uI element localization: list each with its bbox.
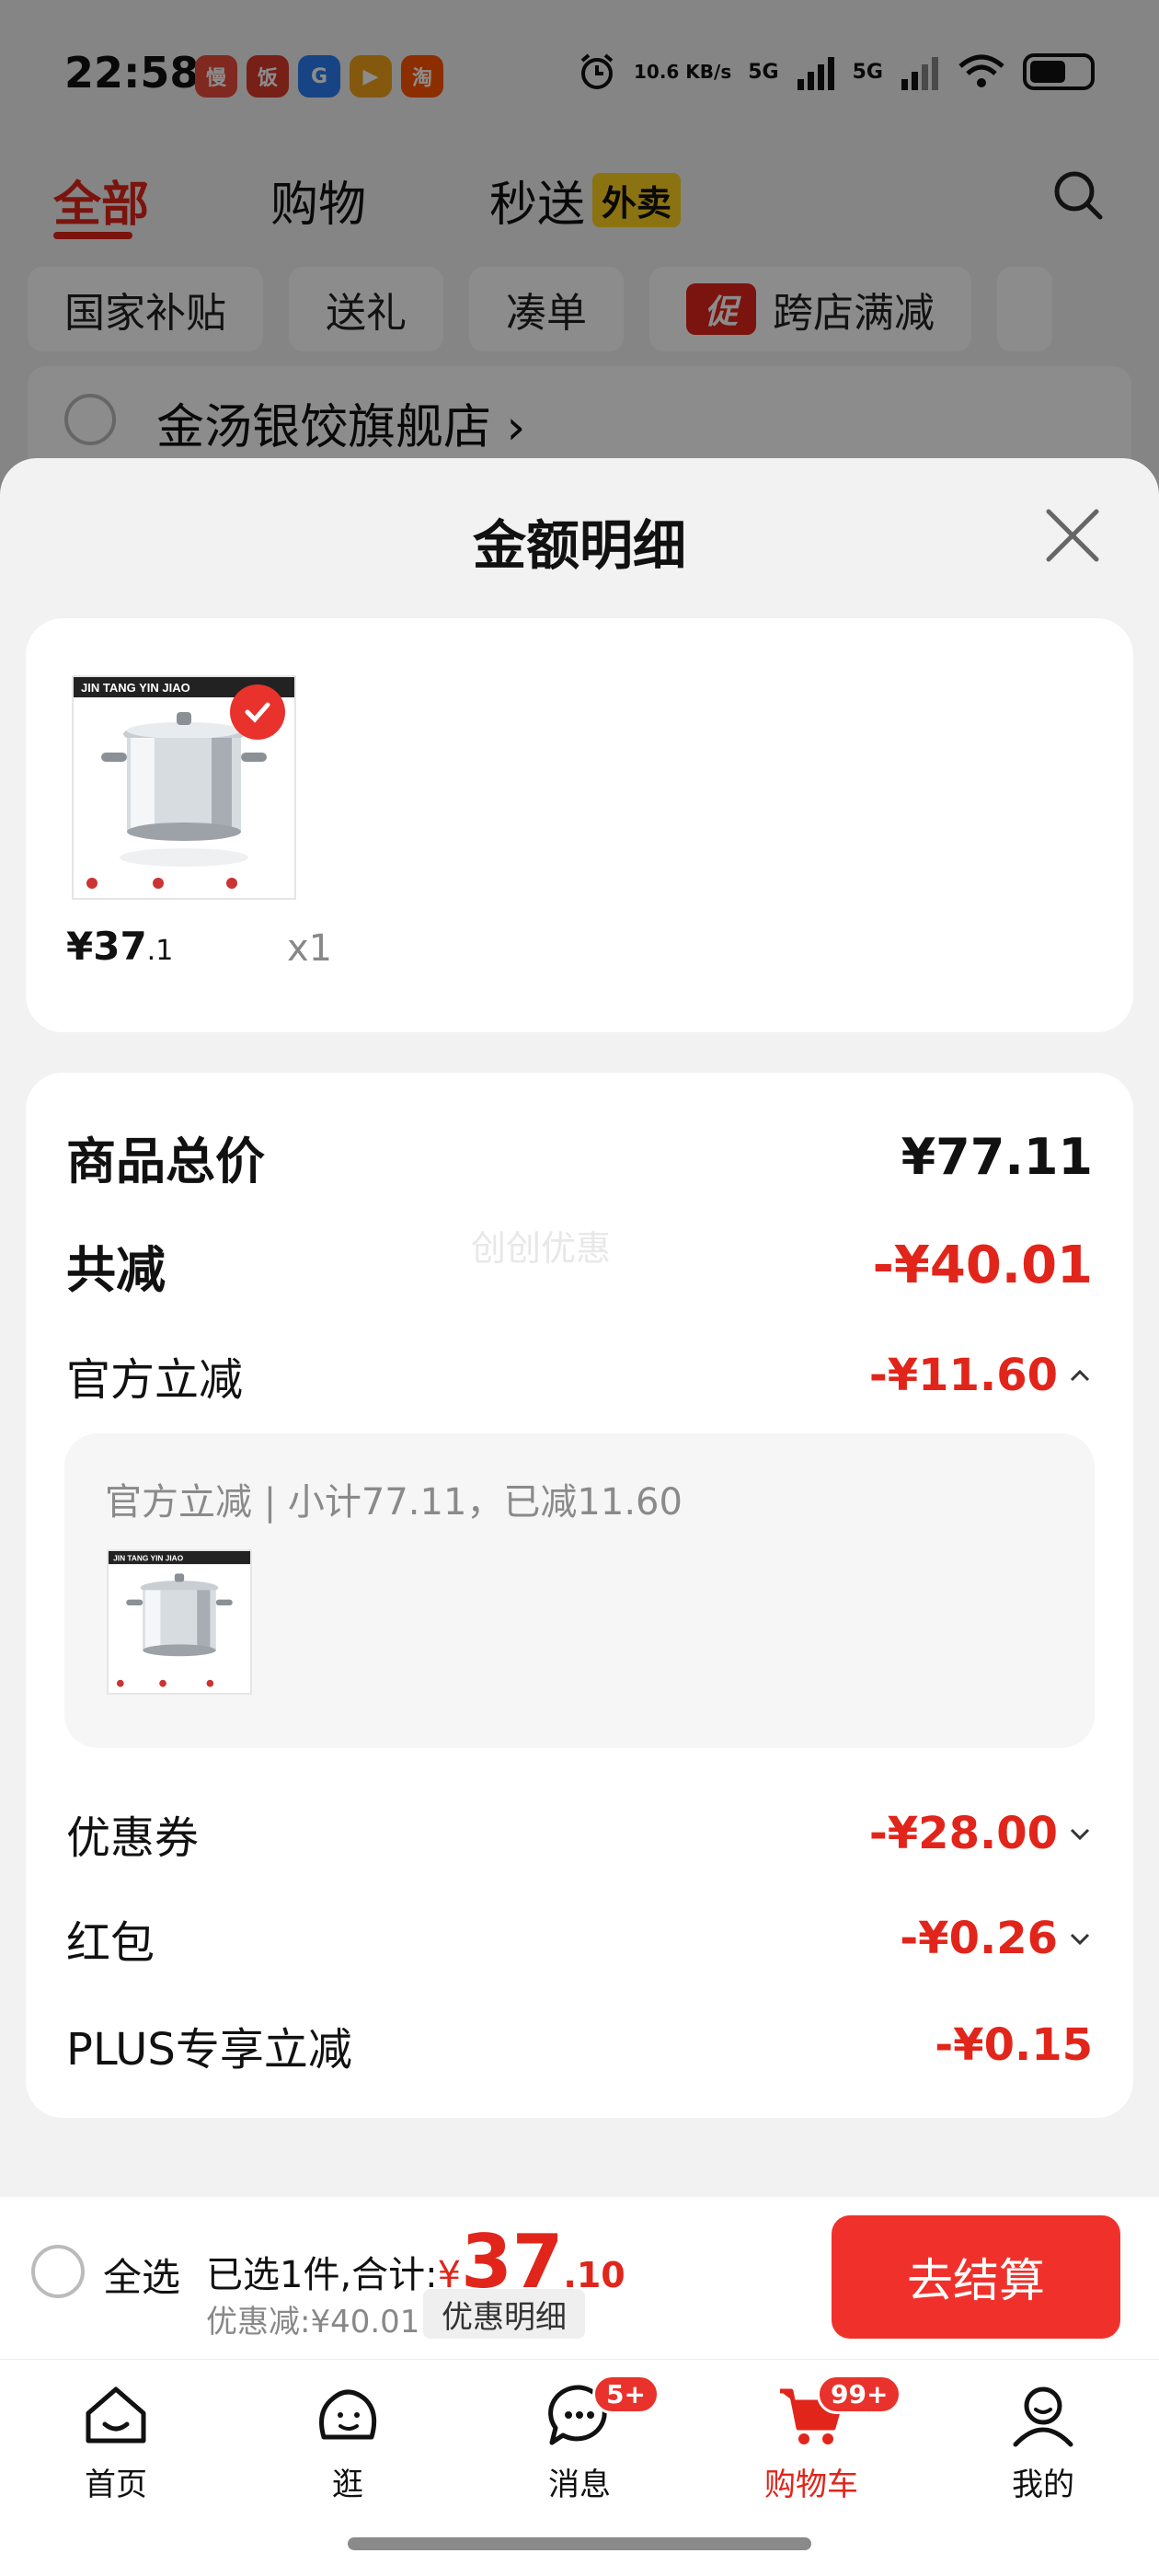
tab-cart-label: 购物车 bbox=[764, 2467, 858, 2503]
tab-profile[interactable]: 我的 bbox=[960, 2378, 1126, 2504]
red-packet-label: 红包 bbox=[66, 1917, 155, 1969]
checkout-button[interactable]: 去结算 bbox=[832, 2215, 1120, 2339]
total-reduction-value: -¥40.01 bbox=[872, 1236, 1093, 1295]
official-discount-value: -¥11.60 bbox=[869, 1350, 1093, 1401]
tab-messages-label: 消息 bbox=[548, 2467, 611, 2503]
tab-messages[interactable]: 消息 5+ bbox=[497, 2375, 662, 2504]
product-price: ¥37.1 bbox=[66, 924, 173, 969]
sheet-title: 金额明细 bbox=[472, 514, 686, 577]
total-reduction-label: 共减 bbox=[66, 1241, 166, 1299]
discount-summary: 优惠减:¥40.01 bbox=[206, 2304, 420, 2340]
chevron-up-icon[interactable] bbox=[1067, 1363, 1093, 1388]
chevron-down-icon[interactable] bbox=[1067, 1821, 1093, 1846]
official-discount-label: 官方立减 bbox=[66, 1354, 244, 1406]
select-all-radio[interactable] bbox=[31, 2245, 85, 2298]
product-quantity: x1 bbox=[287, 927, 333, 970]
discount-detail-button[interactable]: 优惠明细 bbox=[423, 2289, 585, 2339]
coupon-label: 优惠券 bbox=[66, 1812, 200, 1864]
svg-text:JIN TANG YIN JIAO: JIN TANG YIN JIAO bbox=[81, 681, 190, 695]
tab-cart[interactable]: 购物车 99+ bbox=[729, 2375, 902, 2504]
home-indicator[interactable] bbox=[348, 2537, 811, 2550]
coupon-value: -¥28.00 bbox=[869, 1808, 1093, 1859]
tab-browse-label: 逛 bbox=[332, 2467, 363, 2503]
summary-prefix: 已选1件,合计: bbox=[206, 2254, 438, 2296]
price-breakdown-card: 商品总价 ¥77.11 创创优惠 共减 -¥40.01 官方立减 -¥11.60… bbox=[26, 1073, 1133, 2118]
official-discount-row[interactable]: 官方立减 -¥11.60 bbox=[66, 1343, 1093, 1408]
profile-icon bbox=[1013, 2386, 1073, 2447]
tab-browse[interactable]: 逛 bbox=[265, 2378, 430, 2504]
product-price-int: ¥37 bbox=[66, 924, 147, 969]
tab-home[interactable]: 首页 bbox=[33, 2378, 199, 2504]
amount-detail-sheet: 金额明细 JIN TANG YIN JIAO ¥37.1 x1 商品总价 ¥77… bbox=[0, 458, 1159, 2197]
red-packet-amount: -¥0.26 bbox=[900, 1913, 1058, 1964]
tab-profile-label: 我的 bbox=[1012, 2467, 1074, 2503]
stockpot-image-small: JIN TANG YIN JIAO bbox=[109, 1551, 250, 1687]
chevron-down-icon[interactable] bbox=[1067, 1926, 1093, 1951]
total-price-row: 商品总价 ¥77.11 bbox=[66, 1121, 1093, 1193]
product-price-dec: .1 bbox=[146, 935, 174, 967]
plus-discount-row: PLUS专享立减 -¥0.15 bbox=[66, 2013, 1093, 2077]
red-packet-value: -¥0.26 bbox=[900, 1913, 1093, 1964]
discounted-product-thumbnail[interactable]: JIN TANG YIN JIAO bbox=[107, 1549, 252, 1695]
total-reduction-row: 共减 -¥40.01 bbox=[66, 1229, 1093, 1302]
red-packet-row[interactable]: 红包 -¥0.26 bbox=[66, 1906, 1093, 1971]
plus-discount-value: -¥0.15 bbox=[935, 2019, 1093, 2071]
select-all-label[interactable]: 全选 bbox=[103, 2247, 180, 2303]
total-price-label: 商品总价 bbox=[66, 1133, 265, 1190]
official-discount-amount: -¥11.60 bbox=[868, 1350, 1058, 1401]
plus-discount-label: PLUS专享立减 bbox=[66, 2024, 352, 2076]
cart-badge: 99+ bbox=[817, 2375, 902, 2414]
messages-badge: 5+ bbox=[592, 2375, 660, 2414]
product-card: JIN TANG YIN JIAO ¥37.1 x1 bbox=[26, 618, 1133, 1032]
official-discount-detail-panel: 官方立减 | 小计77.11，已减11.60 JIN TANG YIN JIAO bbox=[64, 1433, 1095, 1748]
selected-check-icon[interactable] bbox=[230, 684, 285, 740]
close-icon[interactable] bbox=[1043, 506, 1102, 565]
total-price-value: ¥77.11 bbox=[901, 1128, 1093, 1186]
coupon-row[interactable]: 优惠券 -¥28.00 bbox=[66, 1801, 1093, 1866]
home-icon bbox=[86, 2386, 146, 2444]
checkout-bar: 全选 已选1件,合计:¥37.10 优惠减:¥40.01 优惠明细 去结算 bbox=[0, 2197, 1159, 2359]
tab-home-label: 首页 bbox=[85, 2467, 147, 2503]
coupon-amount: -¥28.00 bbox=[868, 1808, 1058, 1859]
browse-icon bbox=[319, 2389, 377, 2440]
official-discount-subtotal: 官方立减 | 小计77.11，已减11.60 bbox=[105, 1481, 683, 1524]
svg-text:JIN TANG YIN JIAO: JIN TANG YIN JIAO bbox=[113, 1553, 184, 1562]
